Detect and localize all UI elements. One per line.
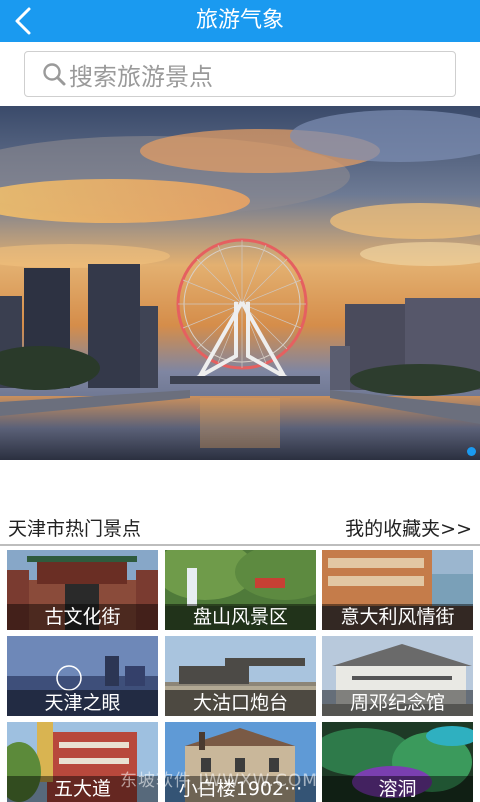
- title-bar: 旅游气象: [0, 0, 480, 42]
- attraction-label: 溶洞: [322, 776, 473, 802]
- banner-photo: [0, 106, 480, 460]
- attraction-tile[interactable]: 溶洞: [322, 722, 473, 802]
- attraction-label: 盘山风景区: [165, 604, 316, 630]
- attraction-label: 天津之眼: [7, 690, 158, 716]
- attraction-label: 大沽口炮台: [165, 690, 316, 716]
- banner-carousel[interactable]: [0, 106, 480, 460]
- attraction-label: 古文化街: [7, 604, 158, 630]
- attraction-tile[interactable]: 意大利风情街: [322, 550, 473, 630]
- attraction-label: 周邓纪念馆: [322, 690, 473, 716]
- search-input[interactable]: 搜索旅游景点: [24, 51, 456, 97]
- page-title: 旅游气象: [195, 8, 284, 33]
- attraction-tile[interactable]: 盘山风景区: [165, 550, 316, 630]
- watermark: 东坡软件 JWWXW.COM: [120, 771, 318, 791]
- attraction-tile[interactable]: 周邓纪念馆: [322, 636, 473, 716]
- pager-dot: [467, 447, 476, 456]
- attraction-tile[interactable]: 大沽口炮台: [165, 636, 316, 716]
- divider: [0, 544, 480, 546]
- attraction-tile[interactable]: 古文化街: [7, 550, 158, 630]
- attraction-tile[interactable]: 天津之眼: [7, 636, 158, 716]
- favorites-link[interactable]: 我的收藏夹>>: [345, 514, 472, 541]
- search-area: 搜索旅游景点: [0, 42, 480, 106]
- section-title: 天津市热门景点: [8, 518, 142, 540]
- attraction-grid: 古文化街 盘山风景区 意大利风情街 天津之眼 大沽口炮台 周邓纪念馆 五大道 小…: [0, 548, 480, 802]
- section-header: 天津市热门景点 我的收藏夹>>: [0, 510, 480, 544]
- search-placeholder: 搜索旅游景点: [69, 62, 213, 91]
- search-icon: [43, 63, 66, 86]
- attraction-label: 意大利风情街: [322, 604, 473, 630]
